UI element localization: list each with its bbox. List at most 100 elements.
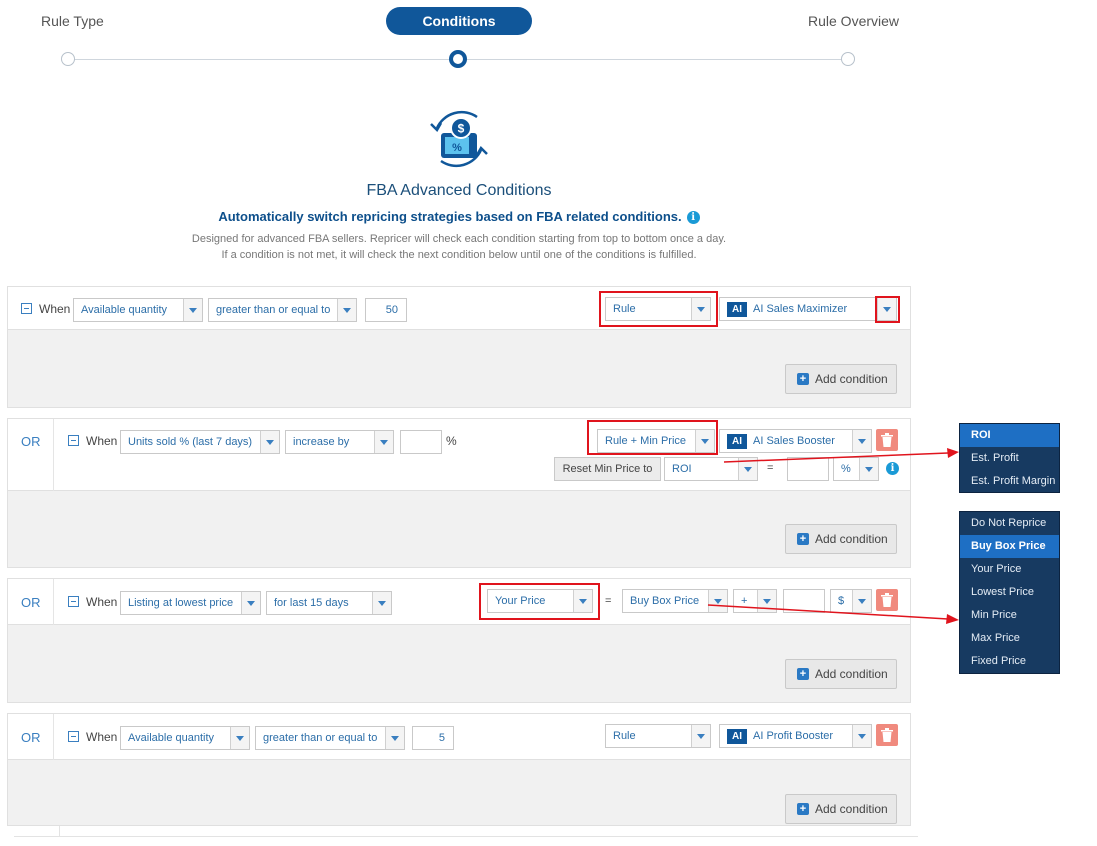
- add-condition-button[interactable]: + Add condition: [785, 659, 897, 689]
- plus-icon: +: [797, 533, 809, 545]
- chevron-down-icon[interactable]: [374, 431, 393, 453]
- target-price-select[interactable]: Buy Box Price: [622, 589, 728, 613]
- step-conditions[interactable]: Conditions: [386, 7, 532, 35]
- dropdown-option[interactable]: Max Price: [960, 627, 1059, 650]
- condition-3-body: [7, 625, 911, 703]
- chevron-down-icon[interactable]: [183, 299, 202, 321]
- when-label: When: [86, 595, 118, 609]
- chevron-down-icon[interactable]: [859, 458, 878, 480]
- modifier-select[interactable]: +: [733, 589, 777, 613]
- step-dot-rule-type[interactable]: [61, 52, 75, 66]
- delete-condition-button[interactable]: [876, 724, 898, 746]
- step-dot-rule-overview[interactable]: [841, 52, 855, 66]
- dropdown-option[interactable]: Est. Profit: [960, 447, 1059, 470]
- chevron-down-icon[interactable]: [757, 590, 776, 612]
- chevron-down-icon[interactable]: [708, 590, 727, 612]
- operator-select[interactable]: greater than or equal to: [255, 726, 405, 750]
- price-unit-select[interactable]: $: [830, 589, 872, 613]
- dropdown-option[interactable]: Lowest Price: [960, 581, 1059, 604]
- action-select-value: Rule: [613, 730, 636, 742]
- when-label: When: [86, 434, 118, 448]
- collapse-icon[interactable]: [21, 303, 32, 314]
- equals-label: =: [605, 595, 612, 607]
- chevron-down-icon[interactable]: [852, 430, 871, 452]
- arrow-head: [946, 614, 959, 624]
- dropdown-option[interactable]: Your Price: [960, 558, 1059, 581]
- metric-select[interactable]: Listing at lowest price: [120, 591, 261, 615]
- chevron-down-icon[interactable]: [230, 727, 249, 749]
- delete-condition-button[interactable]: [876, 429, 898, 451]
- value-input[interactable]: 5: [412, 726, 454, 750]
- ai-badge: AI: [727, 302, 747, 317]
- chevron-down-icon[interactable]: [372, 592, 391, 614]
- delete-condition-button[interactable]: [876, 589, 898, 611]
- repricing-cycle-icon: % $: [425, 106, 493, 172]
- add-condition-label: Add condition: [815, 802, 888, 816]
- reset-unit-select[interactable]: %: [833, 457, 879, 481]
- subtitle-text: Automatically switch repricing strategie…: [218, 209, 682, 224]
- chevron-down-icon[interactable]: [852, 725, 871, 747]
- operator-select-value: for last 15 days: [274, 597, 349, 609]
- description-line-2: If a condition is not met, it will check…: [221, 249, 697, 261]
- dropdown-option[interactable]: Buy Box Price: [960, 535, 1059, 558]
- metric-select-value: Available quantity: [81, 304, 168, 316]
- price-value-input[interactable]: [783, 589, 825, 613]
- value-input[interactable]: [400, 430, 442, 454]
- or-label: OR: [21, 730, 41, 745]
- bottom-tab-edge: [14, 826, 60, 837]
- dropdown-option[interactable]: ROI: [960, 424, 1059, 447]
- step-dot-conditions[interactable]: [449, 50, 467, 68]
- add-condition-button[interactable]: + Add condition: [785, 794, 897, 824]
- add-condition-button[interactable]: + Add condition: [785, 524, 897, 554]
- reset-value-input[interactable]: [787, 457, 829, 481]
- chevron-down-icon[interactable]: [691, 725, 710, 747]
- ai-badge: AI: [727, 434, 747, 449]
- add-condition-button[interactable]: + Add condition: [785, 364, 897, 394]
- plus-icon: +: [797, 373, 809, 385]
- or-divider: [53, 579, 54, 625]
- chevron-down-icon[interactable]: [241, 592, 260, 614]
- chevron-down-icon[interactable]: [738, 458, 757, 480]
- chevron-down-icon[interactable]: [337, 299, 356, 321]
- operator-select[interactable]: increase by: [285, 430, 394, 454]
- operator-select[interactable]: for last 15 days: [266, 591, 392, 615]
- step-rule-type[interactable]: Rule Type: [41, 13, 104, 29]
- metric-select[interactable]: Available quantity: [73, 298, 203, 322]
- highlight-box: [479, 583, 600, 620]
- strategy-select[interactable]: AI AI Sales Booster: [719, 429, 872, 453]
- info-icon[interactable]: i: [686, 211, 700, 224]
- collapse-icon[interactable]: [68, 435, 79, 446]
- info-icon[interactable]: i: [886, 462, 899, 475]
- strategy-select[interactable]: AI AI Profit Booster: [719, 724, 872, 748]
- condition-1-body: [7, 330, 911, 408]
- equals-label: =: [767, 462, 774, 474]
- dropdown-option[interactable]: Fixed Price: [960, 650, 1059, 673]
- roi-dropdown-menu: ROI Est. Profit Est. Profit Margin: [959, 423, 1060, 493]
- dropdown-option[interactable]: Est. Profit Margin: [960, 470, 1059, 493]
- value-input[interactable]: 50: [365, 298, 407, 322]
- operator-select-value: greater than or equal to: [216, 304, 331, 316]
- dropdown-option[interactable]: Min Price: [960, 604, 1059, 627]
- or-label: OR: [21, 595, 41, 610]
- collapse-icon[interactable]: [68, 731, 79, 742]
- description-line-1: Designed for advanced FBA sellers. Repri…: [191, 233, 727, 245]
- strategy-select-value: AI Sales Maximizer: [753, 303, 848, 315]
- collapse-icon[interactable]: [68, 596, 79, 607]
- metric-select-value: Listing at lowest price: [128, 597, 234, 609]
- strategy-select-value: AI Profit Booster: [753, 730, 834, 742]
- strategy-select[interactable]: AI AI Sales Maximizer: [719, 297, 897, 321]
- chevron-down-icon[interactable]: [385, 727, 404, 749]
- operator-select[interactable]: greater than or equal to: [208, 298, 357, 322]
- operator-select-value: greater than or equal to: [263, 732, 378, 744]
- reset-min-price-button[interactable]: Reset Min Price to: [554, 457, 661, 481]
- step-rule-overview[interactable]: Rule Overview: [808, 13, 899, 29]
- dropdown-option[interactable]: Do Not Reprice: [960, 512, 1059, 535]
- trash-icon: [881, 728, 893, 742]
- metric-select[interactable]: Units sold % (last 7 days): [120, 430, 280, 454]
- percent-label: %: [446, 434, 457, 448]
- chevron-down-icon[interactable]: [260, 431, 279, 453]
- chevron-down-icon[interactable]: [852, 590, 871, 612]
- action-select[interactable]: Rule: [605, 724, 711, 748]
- reset-basis-select[interactable]: ROI: [664, 457, 758, 481]
- metric-select[interactable]: Available quantity: [120, 726, 250, 750]
